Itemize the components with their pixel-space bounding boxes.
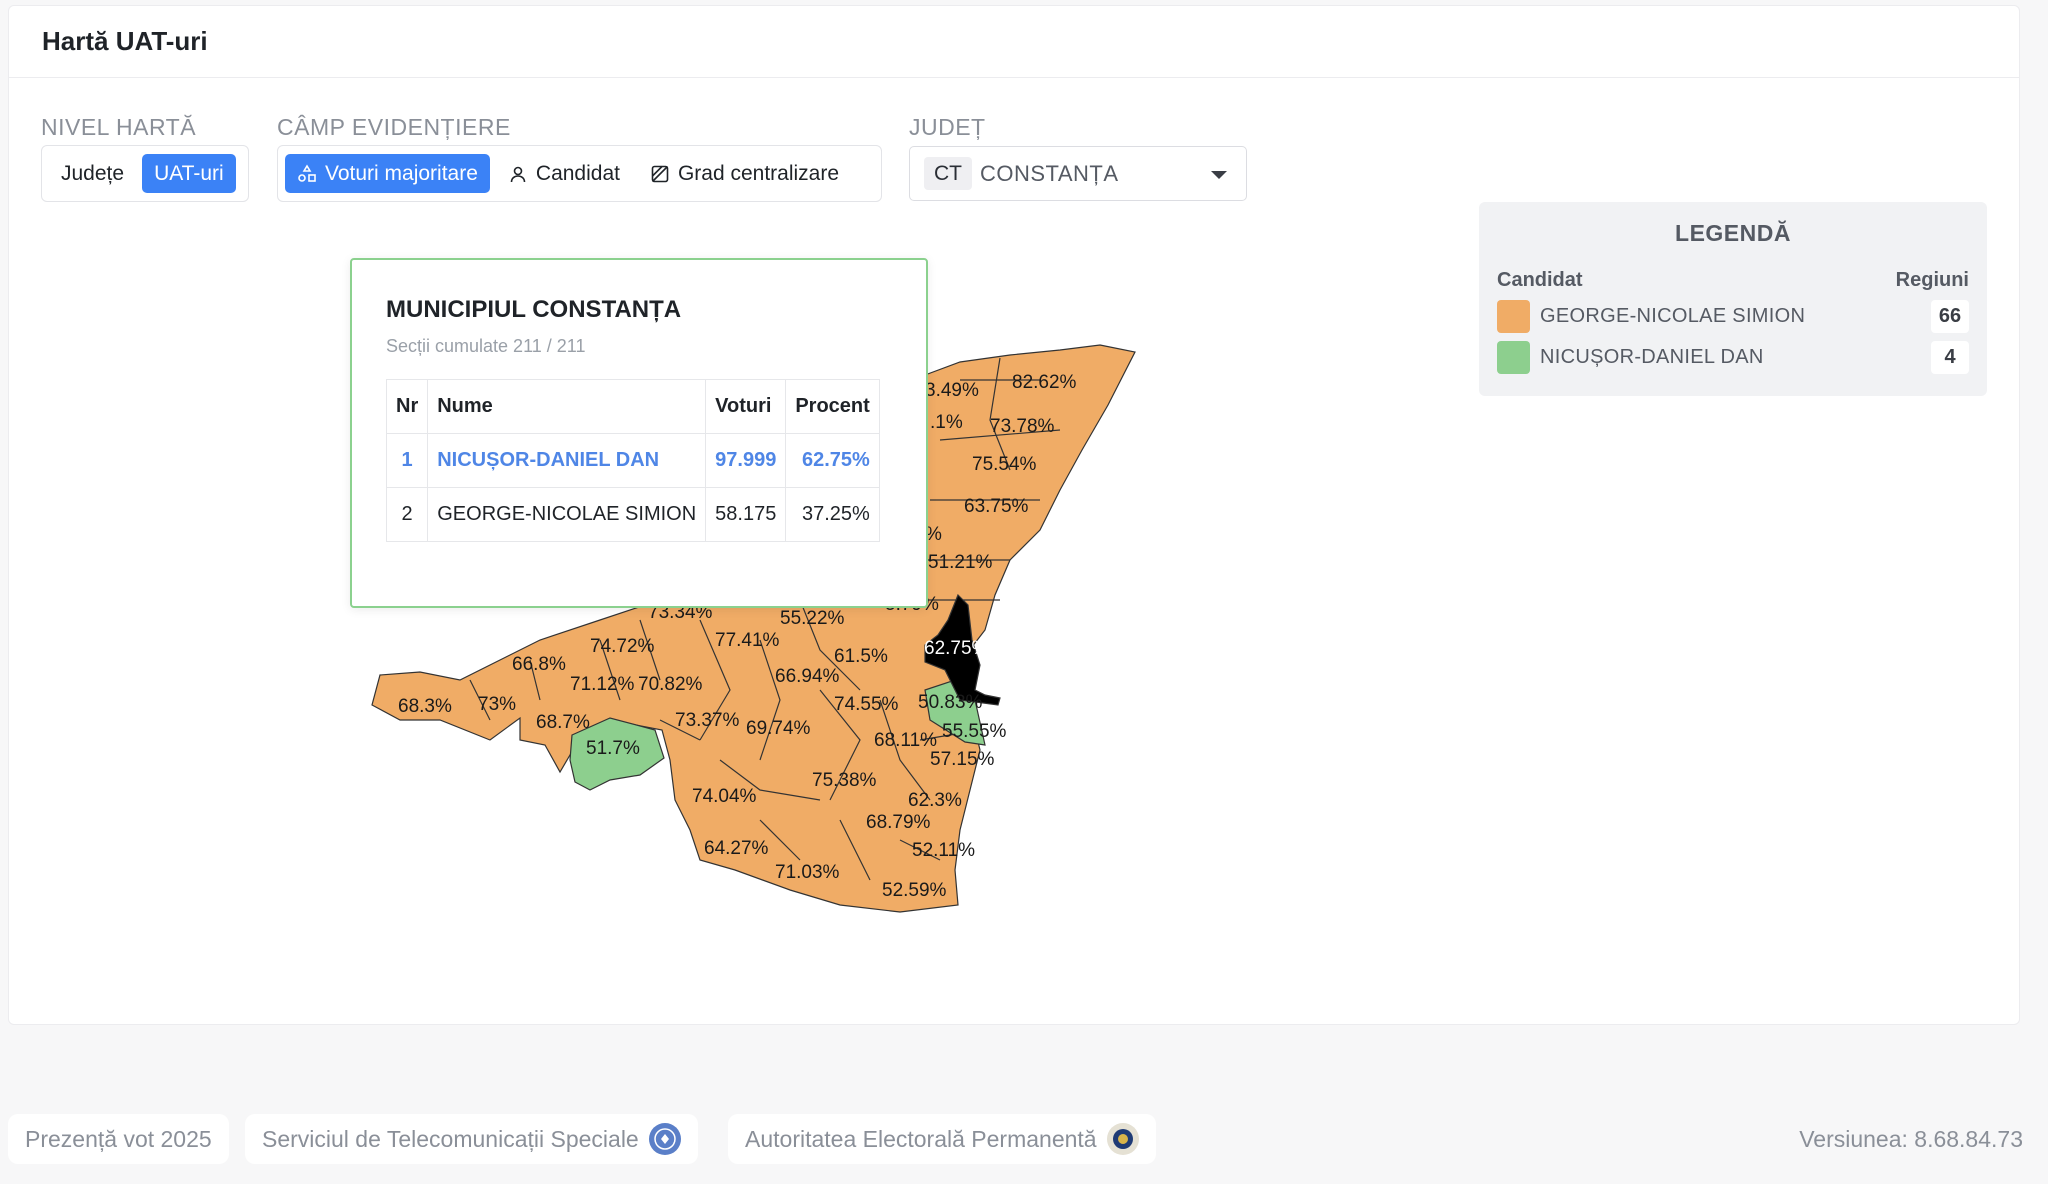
legend-header: Candidat Regiuni [1497,269,1969,292]
page-title: Hartă UAT-uri [42,26,208,56]
svg-text:73.37%: 73.37% [675,710,740,731]
legend-title: LEGENDĂ [1675,220,1791,246]
legend-col-regions: Regiuni [1895,269,1969,291]
svg-text:63.75%: 63.75% [964,496,1029,517]
region-tooltip: MUNICIPIUL CONSTANȚA Secții cumulate 211… [350,258,928,608]
svg-text:57.15%: 57.15% [930,749,995,770]
svg-text:3.49%: 3.49% [925,380,979,401]
highlight-field-label: CÂMP EVIDENȚIERE [277,114,511,140]
svg-text:61.5%: 61.5% [834,646,888,667]
map-level-uat-button[interactable]: UAT-uri [142,154,236,193]
candidate-label: Candidat [535,161,620,185]
svg-text:74.04%: 74.04% [692,786,757,807]
col-name: Nume [427,379,707,434]
majority-votes-button[interactable]: Voturi majoritare [285,154,490,193]
tooltip-subtitle: Secții cumulate 211 / 211 [386,336,586,356]
legend-panel: LEGENDĂ Candidat Regiuni GEORGE-NICOLAE … [1479,202,1987,396]
col-percent: Procent [785,379,880,434]
row-nr: 1 [385,433,429,488]
row-percent: 62.75% [785,433,880,488]
svg-text:71.12%: 71.12% [570,674,635,695]
majority-votes-label: Voturi majoritare [325,161,478,185]
centralization-degree-label: Grad centralizare [677,161,840,185]
svg-text:73.78%: 73.78% [990,416,1055,437]
centralization-degree-button[interactable]: Grad centralizare [638,154,851,193]
county-label: JUDEȚ [909,114,986,140]
table-row: 2 GEORGE-NICOLAE SIMION 58.175 37.25% [385,487,880,542]
tooltip-title: MUNICIPIUL CONSTANȚA [386,296,682,323]
footer-sts-label: Serviciul de Telecomunicații Speciale [262,1125,639,1152]
svg-text:66.8%: 66.8% [512,654,566,675]
map-level-toggle: Județe UAT-uri [41,145,249,202]
legend-item-count: 66 [1931,300,1969,333]
svg-text:82.62%: 82.62% [1012,372,1077,393]
card-header: Hartă UAT-uri [9,6,2019,78]
table-row: 1 NICUȘOR-DANIEL DAN 97.999 62.75% [385,433,880,488]
svg-text:62.3%: 62.3% [908,790,962,811]
legend-col-candidate: Candidat [1497,269,1583,291]
legend-item-count: 4 [1931,341,1969,374]
legend-item-simion[interactable]: GEORGE-NICOLAE SIMION 66 [1497,300,1969,333]
svg-text:74.55%: 74.55% [834,694,899,715]
svg-text:73%: 73% [478,694,516,715]
county-value: CONSTANȚA [980,160,1119,186]
svg-text:55.22%: 55.22% [780,608,845,629]
footer-link-turnout[interactable]: Prezență vot 2025 [8,1114,229,1164]
footer-link-aep[interactable]: Autoritatea Electorală Permanentă [728,1114,1156,1164]
row-name: GEORGE-NICOLAE SIMION [427,487,707,542]
svg-text:62.75%: 62.75% [924,638,989,659]
aep-logo-icon [1106,1123,1139,1155]
svg-text:.1%: .1% [930,412,963,433]
app-version: Versiunea: 8.68.84.73 [1799,1126,2023,1152]
row-percent: 37.25% [785,487,880,542]
row-votes: 97.999 [705,433,787,488]
svg-text:75.54%: 75.54% [972,454,1037,475]
svg-text:51.7%: 51.7% [586,738,640,759]
svg-text:55.55%: 55.55% [942,721,1007,742]
legend-item-name: GEORGE-NICOLAE SIMION [1540,305,1806,327]
legend-swatch [1497,341,1530,374]
legend-swatch [1497,300,1530,333]
svg-text:70.82%: 70.82% [638,674,703,695]
legend-item-name: NICUȘOR-DANIEL DAN [1540,346,1764,368]
svg-text:52.59%: 52.59% [882,880,947,901]
results-table: Nr Nume Voturi Procent 1 NICUȘOR-DANIEL … [385,379,880,542]
svg-text:75.38%: 75.38% [812,770,877,791]
legend-item-dan[interactable]: NICUȘOR-DANIEL DAN 4 [1497,341,1969,374]
county-select[interactable]: CT CONSTANȚA [909,146,1247,201]
svg-text:71.03%: 71.03% [775,862,840,883]
progress-square-icon [651,165,669,182]
footer-link-sts[interactable]: Serviciul de Telecomunicații Speciale [245,1114,698,1164]
svg-text:51.21%: 51.21% [928,552,993,573]
svg-text:68.7%: 68.7% [536,712,590,733]
svg-text:64.27%: 64.27% [704,838,769,859]
table-header-row: Nr Nume Voturi Procent [385,379,880,434]
col-votes: Voturi [705,379,787,434]
candidate-button[interactable]: Candidat [496,154,632,193]
highlight-field-toggle: Voturi majoritare Candidat Grad centrali… [277,145,882,202]
svg-text:77.41%: 77.41% [715,630,780,651]
svg-text:50.83%: 50.83% [918,692,983,713]
user-icon [510,166,526,182]
sts-logo-icon [648,1123,681,1155]
row-nr: 2 [385,487,429,542]
row-name: NICUȘOR-DANIEL DAN [427,433,707,488]
col-nr: Nr [385,379,429,434]
row-votes: 58.175 [705,487,787,542]
svg-text:52.11%: 52.11% [912,840,975,861]
footer-turnout-label: Prezență vot 2025 [25,1125,212,1152]
svg-text:68.11%: 68.11% [874,730,937,751]
svg-text:68.3%: 68.3% [398,696,452,717]
shapes-icon [298,163,316,182]
svg-text:66.94%: 66.94% [775,666,840,687]
map-level-counties-button[interactable]: Județe [49,154,136,193]
chevron-down-icon [1211,171,1227,179]
map-level-label: NIVEL HARTĂ [41,114,197,140]
svg-text:74.72%: 74.72% [590,636,655,657]
svg-text:69.74%: 69.74% [746,718,811,739]
county-code-badge: CT [924,157,972,190]
footer-aep-label: Autoritatea Electorală Permanentă [745,1125,1097,1152]
svg-text:68.79%: 68.79% [866,812,931,833]
